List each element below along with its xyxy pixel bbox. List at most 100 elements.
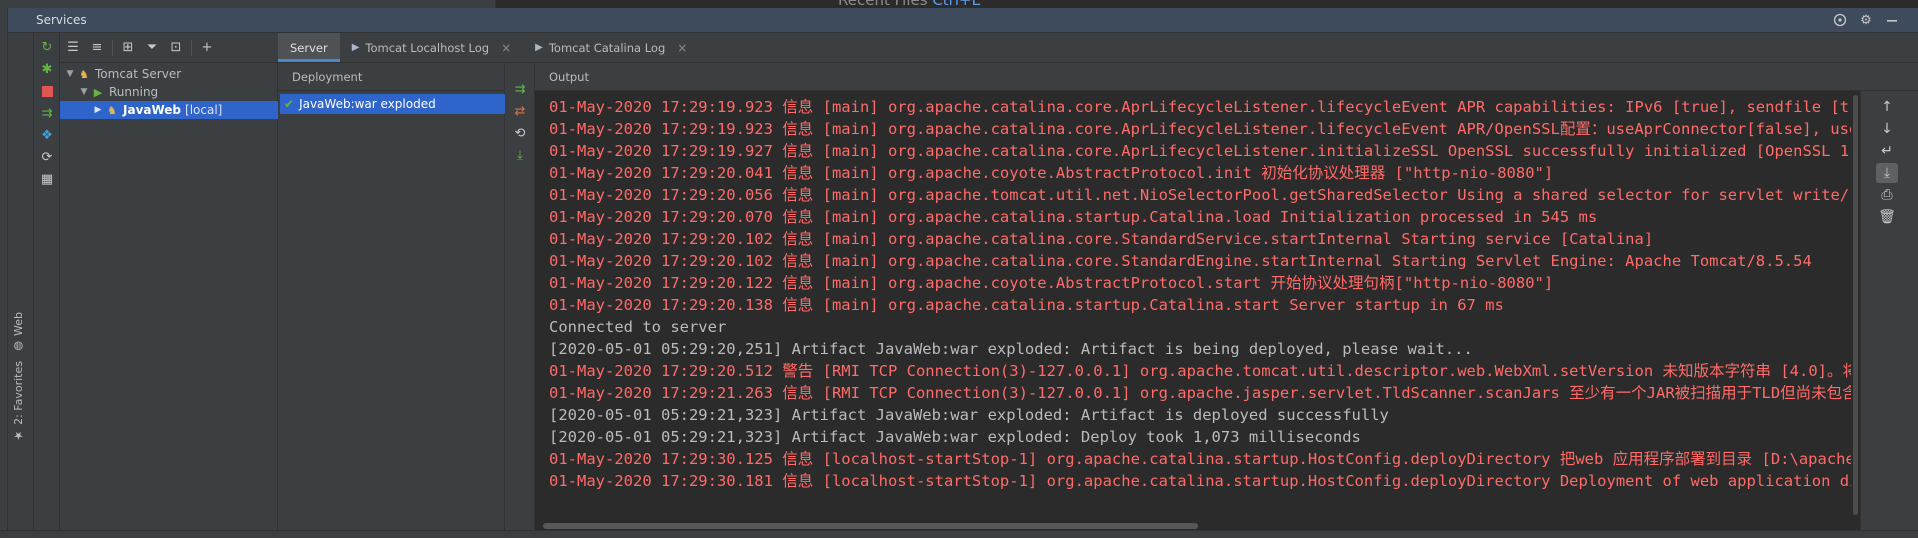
rerun-icon[interactable]: ↻ (38, 38, 56, 56)
chevron-down-icon[interactable]: ▼ (78, 87, 90, 97)
toolbar-separator (112, 39, 113, 56)
tree-node-label: JavaWeb (123, 103, 182, 117)
print-icon[interactable]: ⎙ (1876, 185, 1898, 205)
close-icon[interactable]: × (501, 41, 511, 55)
tomcat-icon: ♞ (107, 103, 117, 117)
console-line: [2020-05-01 05:29:20,251] Artifact JavaW… (549, 340, 1473, 358)
gear-icon[interactable]: ⚙ (1858, 12, 1874, 28)
deployment-item-label: JavaWeb:war exploded (299, 97, 436, 111)
web-icon: ◍ (12, 339, 25, 353)
check-icon: ✔ (284, 97, 295, 111)
side-tab-favorites-label: 2: Favorites (12, 361, 25, 425)
console-line: [2020-05-01 05:29:21,323] Artifact JavaW… (549, 428, 1361, 446)
editor-top-strip: Recent Files Ctrl+E (0, 0, 1918, 8)
console-vertical-scrollbar[interactable] (1851, 91, 1860, 522)
tab-label: Tomcat Catalina Log (548, 40, 666, 55)
console-line: 01-May-2020 17:29:20.070 信息 [main] org.a… (549, 208, 1598, 226)
side-tool-stripe: ◍ Web ★ 2: Favorites (8, 33, 34, 530)
tree-node-suffix: [local] (185, 103, 223, 117)
crosshair-icon[interactable] (1832, 12, 1848, 28)
console-line: 01-May-2020 17:29:20.512 警告 [RMI TCP Con… (549, 362, 1860, 380)
output-header: Output (535, 63, 1918, 91)
group-by-icon[interactable]: ⊞ (119, 39, 137, 57)
console-toolbar: ↑ ↓ ↵ ⤓ ⎙ 🗑 (1860, 91, 1918, 530)
recent-files-hint: Recent Files Ctrl+E (838, 0, 981, 8)
left-window-strip (0, 8, 8, 530)
tomcat-icon: ♞ (79, 67, 89, 81)
tab-tomcat-catalina-log[interactable]: ▶ Tomcat Catalina Log × (523, 33, 699, 62)
minimize-icon[interactable] (1884, 12, 1900, 28)
run-icon: ▶ (93, 85, 103, 99)
services-header: Services ⚙ (8, 8, 1918, 33)
close-icon[interactable]: × (677, 41, 687, 55)
console-line: 01-May-2020 17:29:20.102 信息 [main] org.a… (549, 252, 1812, 270)
tree-node-tomcat-server[interactable]: ▼ ♞ Tomcat Server (60, 65, 278, 83)
layout-icon[interactable]: ▦ (38, 170, 56, 188)
refresh-icon[interactable]: ⟳ (38, 148, 56, 166)
deploy-all-icon[interactable]: ⇉ (511, 80, 529, 98)
scrollbar-thumb[interactable] (1853, 95, 1858, 515)
star-icon: ★ (12, 428, 25, 442)
side-tab-web[interactable]: ◍ Web (12, 312, 25, 353)
recent-files-label: Recent Files (838, 0, 928, 8)
services-tree: ▼ ♞ Tomcat Server ▼ ▶ Running ▶ ♞ JavaWe… (60, 63, 278, 530)
console-horizontal-scrollbar[interactable] (535, 522, 1860, 530)
deployment-toolbar: ⇉ ⇄ ⟲ ⤓ (505, 63, 535, 530)
add-service-icon[interactable]: + (198, 39, 216, 57)
tab-server[interactable]: Server (278, 33, 340, 62)
output-console[interactable]: 01-May-2020 17:29:19.923 信息 [main] org.a… (535, 91, 1860, 522)
new-tab-icon[interactable]: ⊡ (167, 39, 185, 57)
console-line: 01-May-2020 17:29:20.056 信息 [main] org.a… (549, 186, 1860, 204)
tree-node-label: Running (109, 85, 159, 99)
scrollbar-thumb[interactable] (543, 523, 1198, 529)
filter-icon[interactable]: ⏷ (143, 39, 161, 57)
scroll-to-end-icon[interactable]: ⤓ (1876, 163, 1898, 183)
console-line: Connected to server (549, 318, 727, 336)
tab-label: Tomcat Localhost Log (365, 40, 490, 55)
chevron-down-icon[interactable]: ▼ (64, 69, 76, 79)
tree-node-javaweb[interactable]: ▶ ♞ JavaWeb [local] (60, 101, 278, 119)
side-tab-web-label: Web (12, 312, 25, 336)
tree-node-label: Tomcat Server (95, 67, 182, 81)
console-line: 01-May-2020 17:29:19.923 信息 [main] org.a… (549, 98, 1860, 116)
console-line: [2020-05-01 05:29:21,323] Artifact JavaW… (549, 406, 1389, 424)
recent-files-shortcut: Ctrl+E (932, 0, 981, 8)
expand-all-icon[interactable]: ☰ (64, 39, 82, 57)
chevron-right-icon[interactable]: ▶ (92, 105, 104, 115)
undeploy-icon[interactable]: ⇄ (511, 102, 529, 120)
console-line: 01-May-2020 17:29:19.923 信息 [main] org.a… (549, 120, 1860, 138)
arrow-down-icon[interactable]: ↓ (1876, 119, 1898, 139)
console-lines: 01-May-2020 17:29:19.923 信息 [main] org.a… (549, 96, 1860, 492)
stop-icon[interactable] (38, 82, 56, 100)
tree-node-running[interactable]: ▼ ▶ Running (60, 83, 278, 101)
log-icon: ▶ (351, 42, 360, 53)
toolbar-separator (191, 39, 192, 56)
console-line: 01-May-2020 17:29:21.263 信息 [RMI TCP Con… (549, 384, 1860, 402)
redeploy-icon[interactable]: ⟲ (511, 124, 529, 142)
tab-tomcat-localhost-log[interactable]: ▶ Tomcat Localhost Log × (340, 33, 523, 62)
log-icon: ▶ (535, 42, 543, 53)
console-line: 01-May-2020 17:29:20.138 信息 [main] org.a… (549, 296, 1504, 314)
soft-wrap-icon[interactable]: ↵ (1876, 141, 1898, 161)
deployment-list: ✔ JavaWeb:war exploded (278, 91, 505, 530)
trash-icon[interactable]: 🗑 (1876, 207, 1898, 227)
collapse-all-icon[interactable]: ≡ (88, 39, 106, 57)
update-icon[interactable]: ⤓ (511, 146, 529, 164)
tab-label: Server (290, 40, 328, 55)
console-line: 01-May-2020 17:29:30.181 信息 [localhost-s… (549, 472, 1860, 490)
tree-toolbar: ☰ ≡ ⊞ ⏷ ⊡ + (60, 33, 278, 63)
console-line: 01-May-2020 17:29:20.122 信息 [main] org.a… (549, 274, 1554, 292)
editor-area (495, 0, 1918, 8)
console-line: 01-May-2020 17:29:19.927 信息 [main] org.a… (549, 142, 1860, 160)
arrow-up-icon[interactable]: ↑ (1876, 97, 1898, 117)
services-header-actions: ⚙ (1832, 12, 1900, 28)
console-line: 01-May-2020 17:29:20.041 信息 [main] org.a… (549, 164, 1554, 182)
side-tab-favorites[interactable]: ★ 2: Favorites (12, 361, 25, 442)
debug-icon[interactable]: ✱ (38, 60, 56, 78)
services-side-toolbar: ↻ ✱ ⇉ ❖ ⟳ ▦ (34, 33, 60, 530)
status-bar-strip (0, 530, 1918, 538)
deployment-item[interactable]: ✔ JavaWeb:war exploded (280, 94, 505, 114)
output-title: Output (549, 69, 589, 84)
update-app-icon[interactable]: ❖ (38, 126, 56, 144)
deploy-icon[interactable]: ⇉ (38, 104, 56, 122)
